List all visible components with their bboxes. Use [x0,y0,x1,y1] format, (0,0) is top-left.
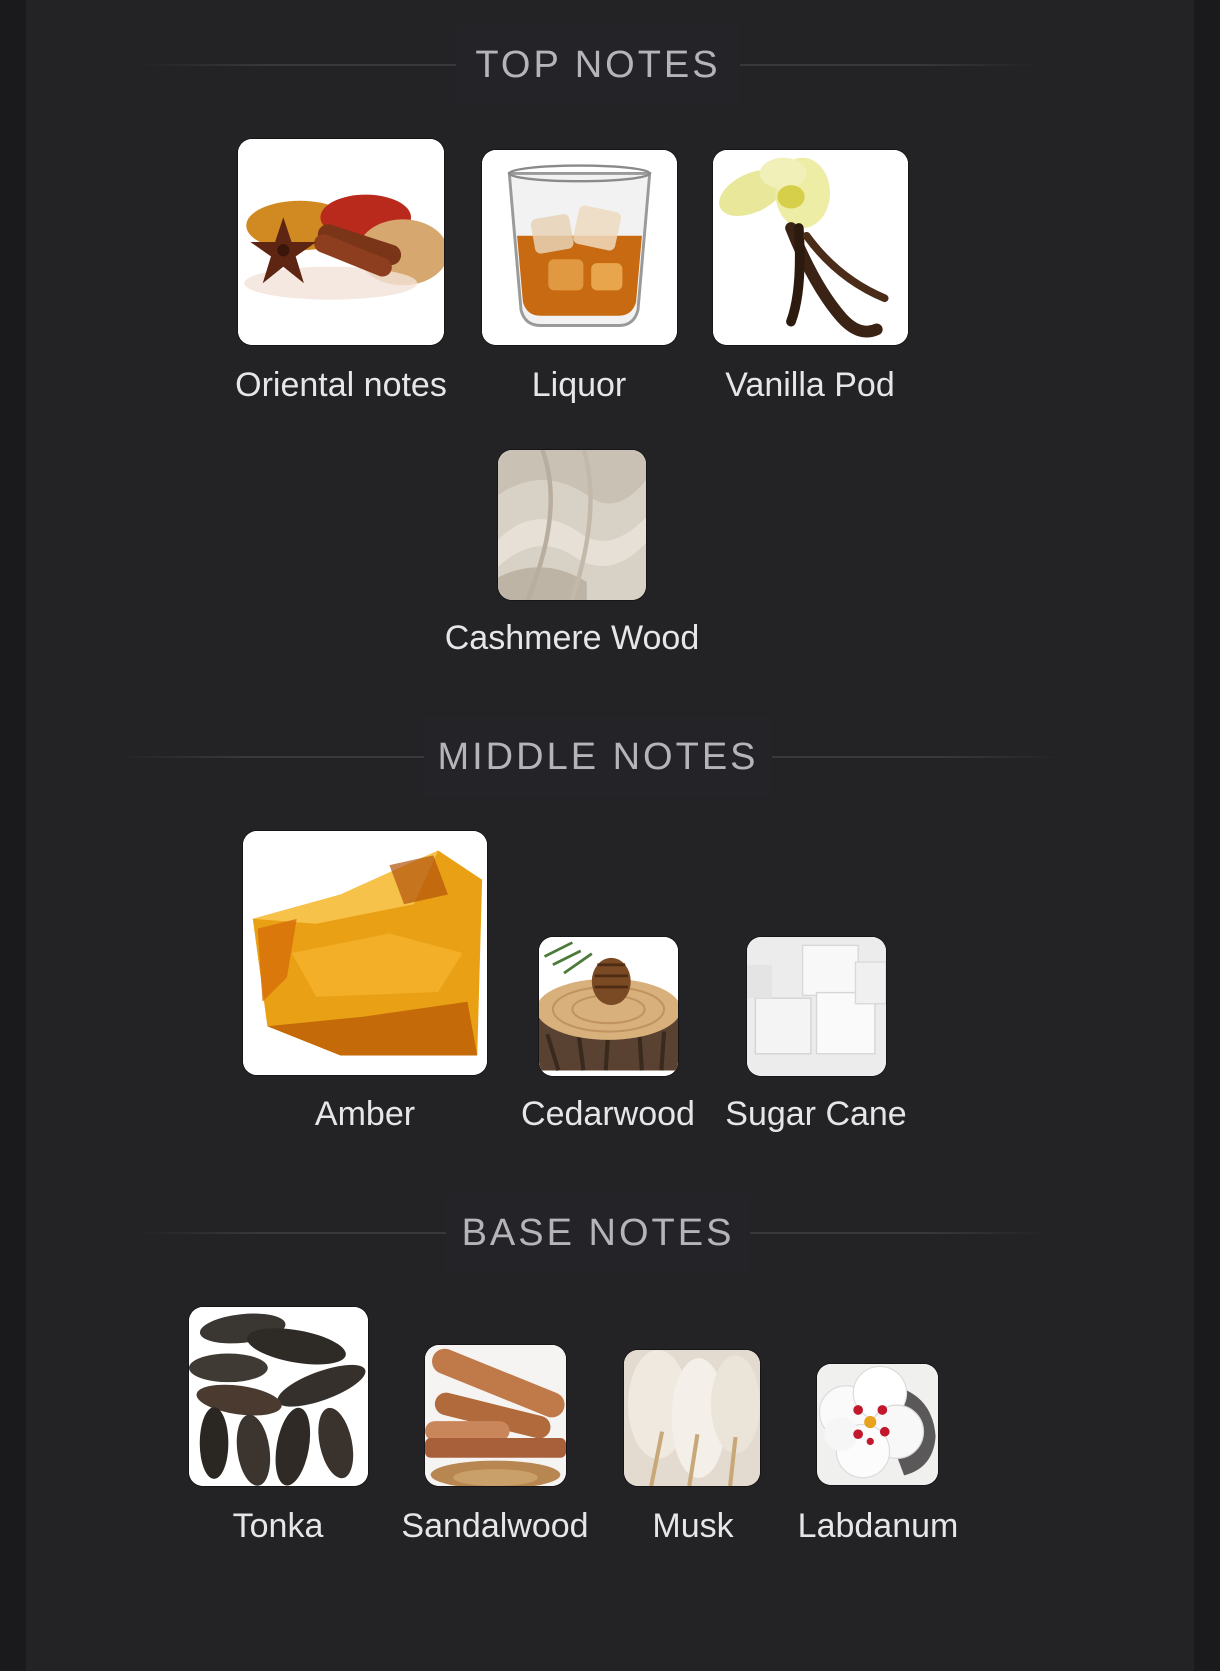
divider [772,756,1062,758]
note-label: Oriental notes [235,366,447,404]
sugar-cubes-icon[interactable] [747,937,886,1076]
note-label: Labdanum [797,1507,959,1545]
divider [136,64,456,66]
notes-panel: TOP NOTES Oriental notes Liquor Vanilla … [26,0,1194,1671]
vanilla-flower-icon[interactable] [713,150,908,345]
section-title: TOP NOTES [475,43,721,86]
divider [740,64,1040,66]
sandalwood-sticks-icon[interactable] [425,1345,566,1486]
tonka-beans-icon[interactable] [189,1307,368,1486]
base-notes-header: BASE NOTES [26,1193,1194,1273]
section-title: MIDDLE NOTES [437,735,759,778]
note-label: Cedarwood [521,1095,695,1133]
divider [116,756,424,758]
note-label: Vanilla Pod [725,366,895,404]
top-notes-header: TOP NOTES [26,25,1194,105]
note-label: Cashmere Wood [444,619,700,657]
note-label: Musk [652,1507,734,1545]
middle-notes-header: MIDDLE NOTES [26,717,1194,797]
labdanum-flower-icon[interactable] [817,1364,938,1485]
note-label: Amber [314,1095,416,1133]
amber-resin-icon[interactable] [243,831,487,1075]
divider [750,1232,1050,1234]
whisky-glass-icon[interactable] [482,150,677,345]
divider [136,1232,446,1234]
note-label: Sugar Cane [725,1095,907,1133]
note-label: Liquor [531,366,627,404]
note-label: Tonka [232,1507,324,1545]
musk-fur-icon[interactable] [624,1350,760,1486]
section-title: BASE NOTES [461,1211,735,1254]
spices-icon[interactable] [238,139,444,345]
cedar-log-icon[interactable] [539,937,678,1076]
cashmere-fabric-icon[interactable] [498,450,646,600]
note-label: Sandalwood [401,1507,589,1545]
